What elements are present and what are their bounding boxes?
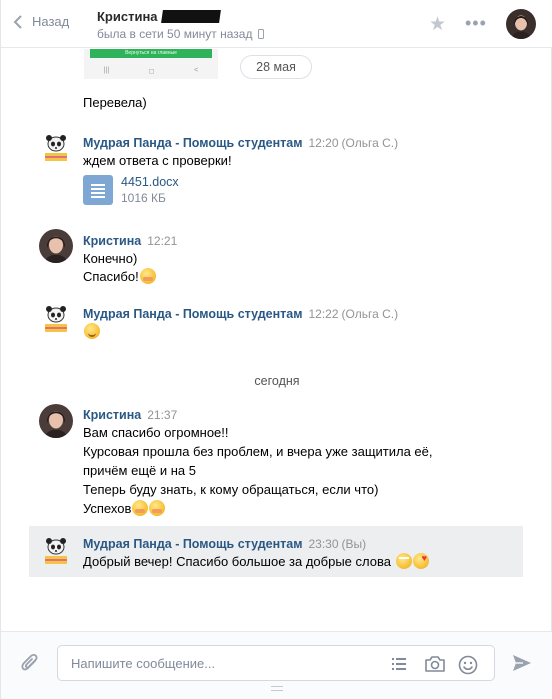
message-text: Курсовая прошла без проблем, и вчера уже…	[83, 444, 433, 459]
mobile-phone-icon	[258, 29, 265, 39]
message-time[interactable]: 12:22	[308, 307, 338, 321]
message-text: Конечно)	[83, 251, 138, 266]
contact-status-text: была в сети 50 минут назад	[97, 27, 253, 41]
message-text: Спасибо!	[83, 267, 156, 286]
message-author[interactable]: Мудрая Панда - Помощь студентам 23:30 (Вы)	[83, 537, 366, 551]
author-name: Мудрая Панда - Помощь студентам	[83, 537, 303, 551]
message-text: причём ещё и на 5	[83, 463, 196, 478]
message-text: Добрый вечер! Спасибо большое за добрые …	[83, 549, 429, 571]
chat-header: Назад Кристина была в сети 50 минут наза…	[1, 0, 552, 48]
message-composer: Напишите сообщение...	[1, 631, 552, 699]
eye-roll-emoji-icon	[395, 553, 412, 569]
message-text: Успехов	[83, 499, 166, 518]
message-author[interactable]: Кристина 21:37	[83, 408, 177, 422]
message-time[interactable]: 23:30	[308, 537, 338, 551]
back-button[interactable]: Назад	[13, 14, 69, 29]
emoji-smile-icon[interactable]	[458, 655, 478, 675]
message-author[interactable]: Кристина 12:21	[83, 234, 177, 248]
message-author[interactable]: Мудрая Панда - Помощь студентам 12:22 (Оль…	[83, 307, 398, 321]
smiling-hearts-emoji-icon	[412, 549, 429, 569]
contact-name-text: Кристина	[97, 9, 158, 24]
template-list-icon[interactable]	[390, 655, 408, 673]
hugging-emoji-icon	[132, 500, 149, 516]
send-icon[interactable]	[512, 654, 532, 672]
panda-avatar[interactable]	[39, 302, 73, 336]
message-time[interactable]: 12:21	[147, 234, 177, 248]
message-text: Перевела)	[83, 95, 147, 110]
message-text-content: Спасибо!	[83, 269, 139, 284]
day-separator: сегодня	[254, 374, 300, 388]
message-text-content: Успехов	[83, 501, 132, 516]
sender-note: (Вы)	[341, 537, 367, 551]
author-name: Мудрая Панда - Помощь студентам	[83, 136, 303, 150]
document-icon	[83, 175, 113, 205]
message-text: ждем ответа с проверки!	[83, 153, 232, 168]
star-icon[interactable]: ★	[429, 13, 446, 36]
hugging-emoji-icon	[149, 500, 166, 516]
screenshot-attachment[interactable]: Вернуться на главные ||| ◻ <	[84, 49, 218, 79]
author-name: Кристина	[83, 234, 142, 248]
message-time[interactable]: 21:37	[147, 408, 177, 422]
message-text-content: Добрый вечер! Спасибо большое за добрые …	[83, 554, 391, 569]
redacted-surname	[160, 10, 221, 23]
contact-avatar[interactable]	[39, 229, 73, 263]
contact-avatar[interactable]	[506, 9, 536, 39]
smiling-emoji-icon	[84, 323, 100, 339]
message-text: Теперь буду знать, к кому обращаться, ес…	[83, 482, 379, 497]
message-text: Вам спасибо огромное!!	[83, 425, 229, 440]
hugging-emoji-icon	[139, 268, 156, 284]
contact-name[interactable]: Кристина	[97, 9, 221, 24]
panda-avatar[interactable]	[39, 131, 73, 165]
contact-status: была в сети 50 минут назад	[97, 27, 265, 41]
message-history[interactable]: Вернуться на главные ||| ◻ < 28 мая Переве…	[1, 49, 552, 631]
screenshot-nav-bar: ||| ◻ <	[103, 67, 199, 75]
author-name: Мудрая Панда - Помощь студентам	[83, 307, 303, 321]
screenshot-button-text: Вернуться на главные	[90, 49, 212, 58]
date-separator[interactable]: 28 мая	[240, 55, 312, 79]
contact-avatar[interactable]	[39, 404, 73, 438]
message-input[interactable]: Напишите сообщение...	[57, 645, 495, 681]
document-attachment[interactable]: 4451.docx 1016 КБ	[83, 175, 179, 207]
more-icon[interactable]: •••	[465, 13, 487, 34]
back-label: Назад	[32, 14, 70, 29]
resize-handle[interactable]	[271, 686, 283, 691]
message-author[interactable]: Мудрая Панда - Помощь студентам 12:20 (Оль…	[83, 136, 398, 150]
document-size: 1016 КБ	[121, 191, 166, 205]
chat-window: Назад Кристина была в сети 50 минут наза…	[0, 0, 552, 699]
sender-note: (Ольга С.)	[341, 136, 399, 150]
message-text	[83, 322, 100, 341]
paperclip-icon[interactable]	[20, 652, 40, 674]
sender-note: (Ольга С.)	[341, 307, 399, 321]
camera-icon[interactable]	[424, 655, 446, 673]
author-name: Кристина	[83, 408, 142, 422]
document-name[interactable]: 4451.docx	[121, 175, 179, 190]
message-time[interactable]: 12:20	[308, 136, 338, 150]
chevron-left-icon	[13, 14, 22, 29]
panda-avatar[interactable]	[39, 534, 73, 568]
message-input-placeholder: Напишите сообщение...	[71, 656, 216, 671]
